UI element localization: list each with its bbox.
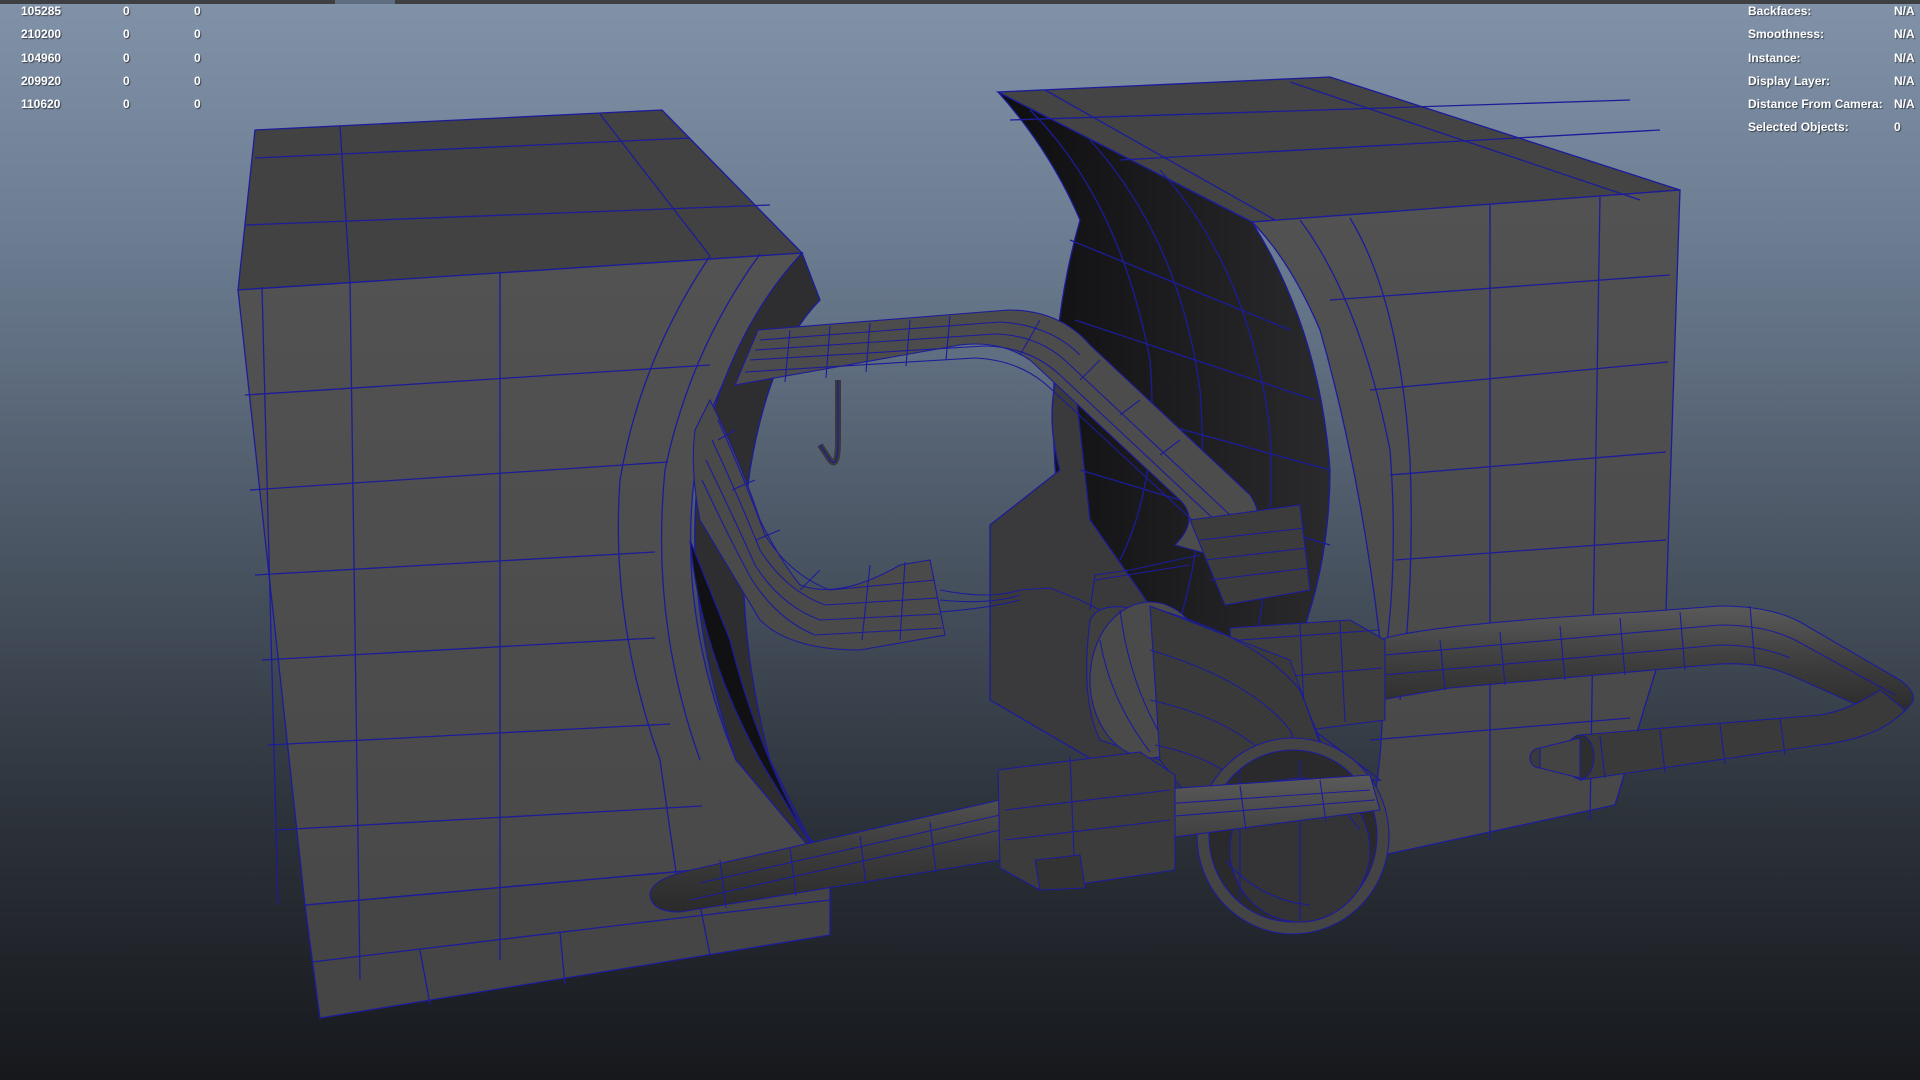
poly-count-component: 0 — [194, 50, 201, 65]
hud-label: Display Layer: — [1748, 73, 1831, 88]
poly-count-selected: 0 — [123, 97, 130, 112]
hud-value: 0 — [1894, 120, 1901, 135]
hud-row-distance-from-camera: Distance From Camera: N/A — [1748, 93, 1918, 116]
poly-count-component: 0 — [194, 73, 201, 88]
poly-count-component: 0 — [194, 27, 201, 42]
poly-count-value: 110620 — [21, 97, 61, 112]
wireframe-model[interactable] — [0, 0, 1920, 1080]
object-details-hud: Backfaces: N/A Smoothness: N/A Instance:… — [1748, 0, 1918, 140]
poly-count-hud: 105285 0 0 210200 0 0 104960 0 0 209920 … — [21, 0, 221, 116]
hud-row-backfaces: Backfaces: N/A — [1748, 0, 1918, 23]
hud-label: Distance From Camera: — [1748, 97, 1883, 112]
hud-row-smoothness: Smoothness: N/A — [1748, 23, 1918, 46]
poly-count-row: 209920 0 0 — [21, 70, 221, 93]
poly-count-selected: 0 — [123, 50, 130, 65]
hud-value: N/A — [1894, 97, 1915, 112]
hud-row-display-layer: Display Layer: N/A — [1748, 70, 1918, 93]
poly-count-value: 105285 — [21, 4, 62, 18]
hud-label: Instance: — [1748, 50, 1801, 65]
3d-viewport[interactable]: 105285 0 0 210200 0 0 104960 0 0 209920 … — [0, 0, 1920, 1080]
poly-count-selected: 0 — [123, 4, 130, 18]
hud-value: N/A — [1894, 27, 1915, 42]
poly-count-value: 209920 — [21, 73, 62, 88]
poly-count-row: 210200 0 0 — [21, 23, 221, 46]
poly-count-value: 104960 — [21, 50, 62, 65]
poly-count-value: 210200 — [21, 27, 62, 42]
poly-count-selected: 0 — [123, 27, 130, 42]
poly-count-row: 104960 0 0 — [21, 47, 221, 70]
hud-value: N/A — [1894, 4, 1915, 18]
poly-count-row: 110620 0 0 — [21, 93, 221, 116]
poly-count-selected: 0 — [123, 73, 130, 88]
beam-tube-assembly[interactable] — [649, 601, 1914, 935]
hud-row-selected-objects: Selected Objects: 0 — [1748, 116, 1918, 139]
poly-count-component: 0 — [194, 97, 201, 112]
hud-label: Backfaces: — [1748, 4, 1812, 18]
hud-value: N/A — [1894, 50, 1915, 65]
hud-label: Selected Objects: — [1748, 120, 1849, 135]
poly-count-row: 105285 0 0 — [21, 0, 221, 23]
hud-value: N/A — [1894, 73, 1915, 88]
poly-count-component: 0 — [194, 4, 201, 18]
hud-label: Smoothness: — [1748, 27, 1825, 42]
hud-row-instance: Instance: N/A — [1748, 47, 1918, 70]
